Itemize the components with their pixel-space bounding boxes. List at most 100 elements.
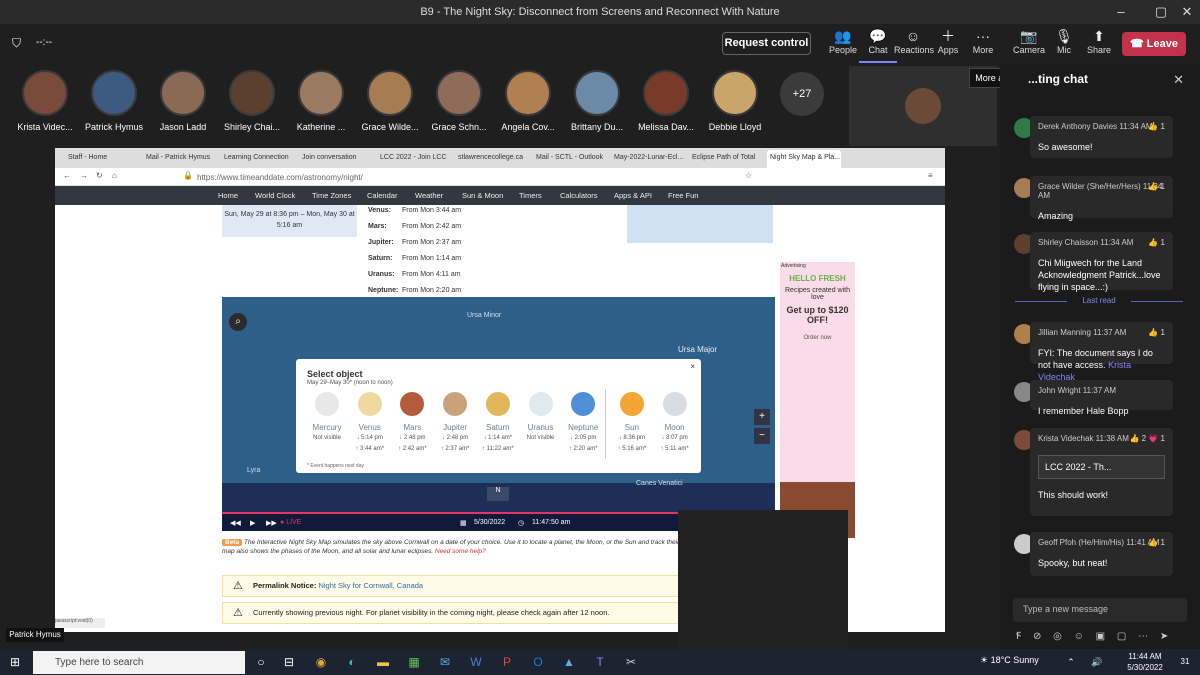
object-neptune[interactable]: Neptune ↓ 2:05 pm ↑ 2:20 am* [562,392,604,454]
word-icon[interactable]: W [465,652,487,672]
browser-tab[interactable]: stlawrencecollege.ca [455,150,529,168]
maximize-icon[interactable]: ▢ [1150,2,1172,22]
mic-button[interactable]: 🎙 Mic [1045,27,1083,63]
reaction-badge[interactable]: 👍 2 💗 1 [1130,434,1166,443]
participant-tile[interactable]: Shirley Chai... [217,70,287,132]
taskbar-search-input[interactable]: Type here to search [33,651,245,674]
chat-message[interactable]: Krista Videchak 11:38 AM 👍 2 💗 1 LCC 2022 … [1030,428,1173,516]
participant-tile[interactable]: Patrick Hymus [79,70,149,132]
minimize-icon[interactable]: – [1110,2,1132,22]
participant-tile[interactable]: Angela Cov... [493,70,563,132]
site-nav-item[interactable]: Calendar [367,191,397,200]
mail-icon[interactable]: ✉ [434,652,456,672]
system-clock[interactable]: 11:44 AM 5/30/2022 [1124,651,1166,673]
object-saturn[interactable]: Saturn ↓ 1:14 am* ↑ 11:22 am* [477,392,519,454]
participant-tile[interactable]: Grace Wilde... [355,70,425,132]
chat-message[interactable]: Geoff Pfoh (He/Him/His) 11:41 AM 👍 1 Spook… [1030,532,1173,576]
ad-cta[interactable]: Order now [780,335,855,341]
attach-icon[interactable]: ⊘ [1033,631,1041,642]
task-view-icon[interactable]: ○ [250,652,272,672]
browser-tab[interactable]: Mail - Patrick Hymus [143,150,217,168]
reaction-badge[interactable]: 👍 1 [1148,538,1165,547]
weather-widget[interactable]: ☀ 18°C Sunny [980,655,1039,666]
browser-tab[interactable]: Learning Connection [221,150,295,168]
browser-tab[interactable]: Eclipse Path of Total [689,150,763,168]
home-icon[interactable]: ⌂ [112,171,117,180]
forward-icon[interactable]: ▶▶ [266,519,277,527]
calendar-icon[interactable]: ▦ [460,519,467,527]
back-icon[interactable]: ← [63,171,71,180]
teams-icon[interactable]: T [589,652,611,672]
browser-tab[interactable]: LCC 2022 - Join LCC [377,150,451,168]
browser-tab[interactable]: Staff - Home [65,150,139,168]
date-display[interactable]: 5/30/2022 [474,519,505,526]
format-icon[interactable]: Ꞙ [1016,631,1021,642]
volume-icon[interactable]: 🔊 [1086,652,1108,672]
clock-icon[interactable]: ◷ [518,519,524,527]
site-nav-item[interactable]: Free Fun [668,191,698,200]
reactions-button[interactable]: ☺ Reactions [894,27,934,63]
permalink-link[interactable]: Night Sky for Cornwall, Canada [318,581,423,590]
photos-icon[interactable]: ▲ [558,652,580,672]
store-icon[interactable]: ▦ [403,652,425,672]
browser-tab[interactable]: Night Sky Map & Pla... [767,150,841,168]
time-display[interactable]: 11:47:50 am [532,519,570,526]
forward-icon[interactable]: → [80,171,88,180]
object-sun[interactable]: Sun ↓ 8:36 pm ↑ 5:16 am* [611,392,653,454]
participant-tile[interactable]: Katherine ... [286,70,356,132]
reaction-badge[interactable]: 👍 1 [1148,182,1165,191]
night-sky-map[interactable]: ⌕ Ursa Minor Ursa Major Lyra Canes Venat… [222,297,775,531]
request-control-button[interactable]: Request control [722,32,811,55]
site-nav-item[interactable]: Timers [519,191,542,200]
bookmark-icon[interactable]: ☆ [745,171,752,180]
participant-tile[interactable]: Krista Videc... [10,70,80,132]
participant-tile[interactable]: Jason Ladd [148,70,218,132]
need-help-link[interactable]: Need some help? [435,548,486,555]
camera-button[interactable]: 📷 Camera [1010,27,1048,63]
new-message-input[interactable]: Type a new message [1013,598,1187,622]
play-icon[interactable]: ▶ [250,519,255,527]
menu-icon[interactable]: ≡ [928,171,933,180]
notification-badge[interactable]: 31 [1174,652,1196,672]
more-icon[interactable]: ⋯ [1138,631,1148,642]
object-jupiter[interactable]: Jupiter ↓ 2:48 pm ↑ 2:37 am* [434,392,476,454]
close-icon[interactable]: × [690,362,695,371]
browser-tab[interactable]: Mail - SCTL - Outlook [533,150,607,168]
chrome-icon[interactable]: ◉ [310,652,332,672]
file-attachment[interactable]: LCC 2022 - Th... [1038,455,1165,479]
participant-tile[interactable]: Brittany Du... [562,70,632,132]
snipping-icon[interactable]: ✂ [620,652,642,672]
share-button[interactable]: ⬆ Share [1080,27,1118,63]
chat-message[interactable]: John Wright 11:37 AM I remember Hale Bopp [1030,380,1173,416]
reaction-badge[interactable]: 👍 1 [1148,122,1165,131]
participant-tile[interactable]: Melissa Dav... [631,70,701,132]
reaction-badge[interactable]: 👍 1 [1148,328,1165,337]
participant-tile[interactable]: Grace Schn... [424,70,494,132]
site-nav-item[interactable]: Calculators [560,191,598,200]
send-icon[interactable]: ➤ [1160,631,1168,642]
more-participants-button[interactable]: +27 [780,72,824,116]
loop-icon[interactable]: ◎ [1053,631,1062,642]
rewind-icon[interactable]: ◀◀ [230,519,241,527]
close-icon[interactable]: ✕ [1173,72,1184,88]
search-icon[interactable]: ⌕ [229,313,247,331]
site-nav-item[interactable]: Apps & API [614,191,652,200]
powerpoint-icon[interactable]: P [496,652,518,672]
chat-button[interactable]: 💬 Chat [859,27,897,63]
close-icon[interactable]: ✕ [1176,2,1198,22]
object-moon[interactable]: Moon ↓ 8:07 pm ↑ 5:11 am* [654,392,696,454]
browser-tab[interactable]: May-2022-Lunar-Ecl... [611,150,685,168]
people-button[interactable]: 👥 People [824,27,862,63]
site-nav-item[interactable]: World Clock [255,191,295,200]
object-mars[interactable]: Mars ↓ 2:48 pm ↑ 2:42 am* [391,392,433,454]
reload-icon[interactable]: ↻ [96,171,103,180]
object-mercury[interactable]: Mercury Not visible [306,392,348,445]
world-map[interactable] [627,205,773,243]
sticker-icon[interactable]: ▢ [1117,631,1126,642]
edge-icon[interactable]: ◐ [341,652,363,672]
site-nav-item[interactable]: Time Zones [312,191,351,200]
object-uranus[interactable]: Uranus Not visible [520,392,562,445]
zoom-out-button[interactable]: − [754,428,770,444]
advertisement[interactable]: Advertising HELLO FRESH Recipes created … [780,262,855,538]
chat-message[interactable]: Jillian Manning 11:37 AM 👍 1 FYI: The docu… [1030,322,1173,382]
